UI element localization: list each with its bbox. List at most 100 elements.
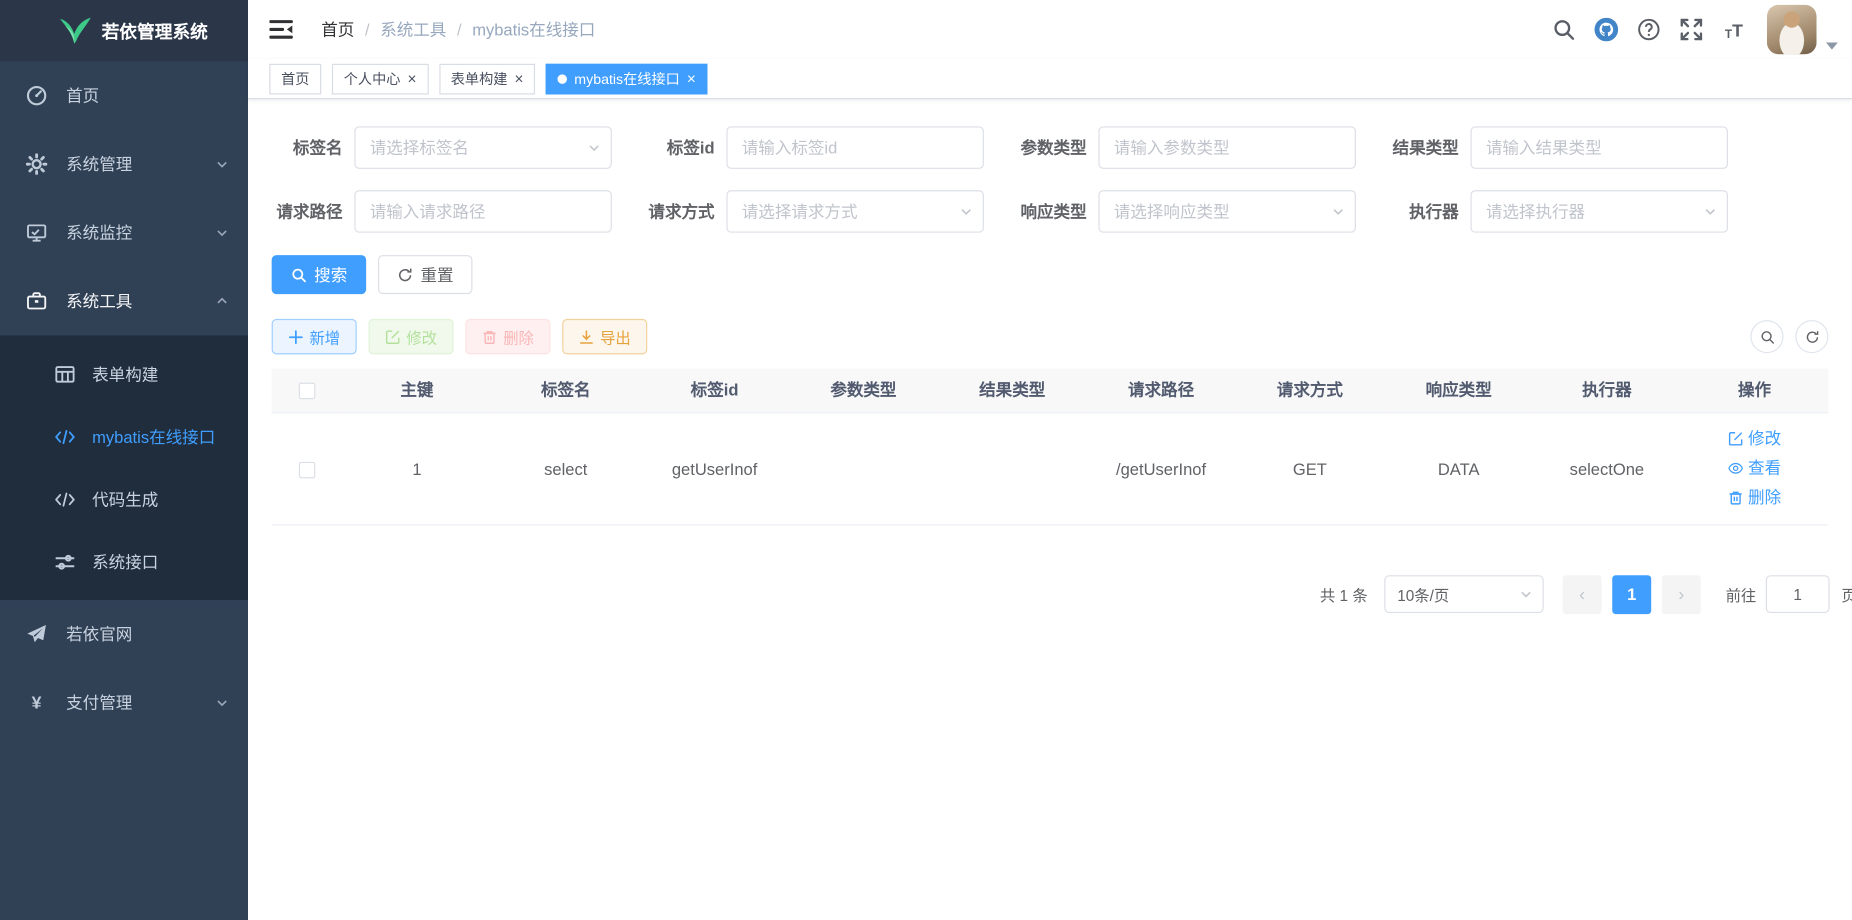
field-tag-id: 标签id	[644, 126, 984, 169]
param-type-input[interactable]	[1098, 126, 1355, 169]
sidebar-item-form-build[interactable]: 表单构建	[0, 343, 248, 406]
user-menu[interactable]	[1767, 5, 1838, 55]
sidebar-item-label: 若依官网	[66, 622, 229, 646]
search-icon[interactable]	[1552, 18, 1576, 42]
page-size-value[interactable]	[1384, 575, 1543, 613]
font-size-icon[interactable]: TT	[1722, 18, 1746, 42]
sidebar-item-label: 表单构建	[92, 362, 229, 386]
tab-mybatis[interactable]: mybatis在线接口 ×	[546, 63, 708, 94]
search-form-row-2: 请求路径 请求方式 响应类型	[272, 190, 1829, 233]
select-all-checkbox[interactable]	[299, 383, 316, 400]
sidebar-item-label: 代码生成	[92, 487, 229, 511]
field-executor: 执行器	[1388, 190, 1728, 233]
sidebar-item-mybatis[interactable]: mybatis在线接口	[0, 405, 248, 468]
reset-button[interactable]: 重置	[378, 255, 472, 294]
cell-pk: 1	[343, 412, 492, 524]
sidebar-item-label: 首页	[66, 84, 229, 108]
field-request-path: 请求路径	[272, 190, 612, 233]
refresh-icon	[397, 266, 414, 283]
sidebar-item-label: 系统监控	[66, 221, 215, 245]
active-dot-icon	[558, 74, 567, 83]
sidebar-item-payment[interactable]: ¥ 支付管理	[0, 669, 248, 738]
tab-profile[interactable]: 个人中心 ×	[332, 63, 428, 94]
eye-icon	[1728, 461, 1743, 476]
refresh-table-button[interactable]	[1795, 320, 1828, 353]
table-row[interactable]: 1 select getUserInof /getUserInof GET DA…	[272, 412, 1829, 524]
field-label: 执行器	[1388, 200, 1471, 224]
tab-home[interactable]: 首页	[269, 63, 321, 94]
row-checkbox[interactable]	[299, 461, 316, 478]
row-delete-button[interactable]: 删除	[1728, 483, 1781, 513]
trash-icon	[1728, 490, 1743, 505]
field-label: 请求路径	[272, 200, 355, 224]
system-tools-submenu: 表单构建 mybatis在线接口 代码生成 系统接口	[0, 335, 248, 600]
prev-page-button[interactable]: ‹	[1563, 575, 1602, 614]
sidebar-item-label: mybatis在线接口	[92, 425, 229, 449]
yen-icon: ¥	[26, 692, 47, 713]
search-button[interactable]: 搜索	[272, 255, 366, 294]
page-number-1[interactable]: 1	[1612, 575, 1651, 614]
cell-tag-id: getUserInof	[640, 412, 789, 524]
add-button[interactable]: 新增	[272, 319, 357, 354]
cell-result-type	[938, 412, 1087, 524]
tabs-bar: 首页 个人中心 × 表单构建 × mybatis在线接口 ×	[248, 59, 1852, 99]
row-edit-button[interactable]: 修改	[1728, 424, 1781, 454]
header-param-type: 参数类型	[789, 369, 938, 413]
field-request-method: 请求方式	[644, 190, 984, 233]
row-view-button[interactable]: 查看	[1728, 454, 1781, 484]
edit-button[interactable]: 修改	[369, 319, 454, 354]
dashboard-icon	[26, 85, 47, 106]
sidebar-item-label: 系统工具	[66, 289, 215, 313]
caret-down-icon	[1826, 43, 1838, 50]
field-label: 结果类型	[1388, 136, 1471, 160]
add-button-label: 新增	[309, 325, 340, 347]
show-search-button[interactable]	[1750, 320, 1783, 353]
page-size-select[interactable]	[1384, 575, 1543, 613]
sidebar-item-system-tools[interactable]: 系统工具	[0, 267, 248, 336]
close-icon[interactable]: ×	[408, 71, 417, 86]
chevron-down-icon	[215, 226, 229, 240]
close-icon[interactable]: ×	[687, 71, 696, 86]
page-content: 标签名 标签id 参数类型 结果类型	[248, 99, 1852, 920]
sidebar-item-system-mgmt[interactable]: 系统管理	[0, 130, 248, 199]
breadcrumb-section[interactable]: 系统工具	[380, 18, 446, 42]
request-method-select[interactable]	[726, 190, 983, 233]
header-executor: 执行器	[1533, 369, 1681, 413]
cell-param-type	[789, 412, 938, 524]
sidebar-item-codegen[interactable]: 代码生成	[0, 468, 248, 531]
sidebar-toggle-icon[interactable]	[269, 19, 293, 40]
field-tag-name: 标签名	[272, 126, 612, 169]
help-icon[interactable]	[1637, 18, 1661, 42]
breadcrumb-separator: /	[365, 20, 370, 39]
next-page-button[interactable]: ›	[1662, 575, 1701, 614]
tab-form-build[interactable]: 表单构建 ×	[439, 63, 535, 94]
sidebar-item-home[interactable]: 首页	[0, 61, 248, 130]
sidebar-item-official-site[interactable]: 若依官网	[0, 600, 248, 669]
export-button[interactable]: 导出	[562, 319, 647, 354]
sidebar-item-system-api[interactable]: 系统接口	[0, 530, 248, 593]
github-icon[interactable]	[1595, 18, 1619, 42]
request-path-input[interactable]	[354, 190, 611, 233]
app-logo[interactable]: 若依管理系统	[0, 0, 248, 61]
fullscreen-icon[interactable]	[1680, 18, 1704, 42]
executor-select[interactable]	[1470, 190, 1727, 233]
response-type-select[interactable]	[1098, 190, 1355, 233]
goto-page-input[interactable]	[1766, 575, 1830, 613]
breadcrumb-home[interactable]: 首页	[321, 18, 354, 42]
cell-executor: selectOne	[1533, 412, 1681, 524]
header-result-type: 结果类型	[938, 369, 1087, 413]
export-button-label: 导出	[600, 325, 631, 347]
tag-name-select[interactable]	[354, 126, 611, 169]
close-icon[interactable]: ×	[515, 71, 524, 86]
header-req-path: 请求路径	[1087, 369, 1236, 413]
chevron-down-icon	[215, 157, 229, 171]
sidebar-item-system-monitor[interactable]: 系统监控	[0, 198, 248, 267]
delete-button[interactable]: 删除	[465, 319, 550, 354]
sidebar-item-label: 系统管理	[66, 152, 215, 176]
result-type-input[interactable]	[1470, 126, 1727, 169]
sidebar: 若依管理系统 首页 系统管理 系统监控	[0, 0, 248, 920]
breadcrumb-separator: /	[457, 20, 462, 39]
avatar[interactable]	[1767, 5, 1817, 55]
tag-id-input[interactable]	[726, 126, 983, 169]
field-label: 标签名	[272, 136, 355, 160]
